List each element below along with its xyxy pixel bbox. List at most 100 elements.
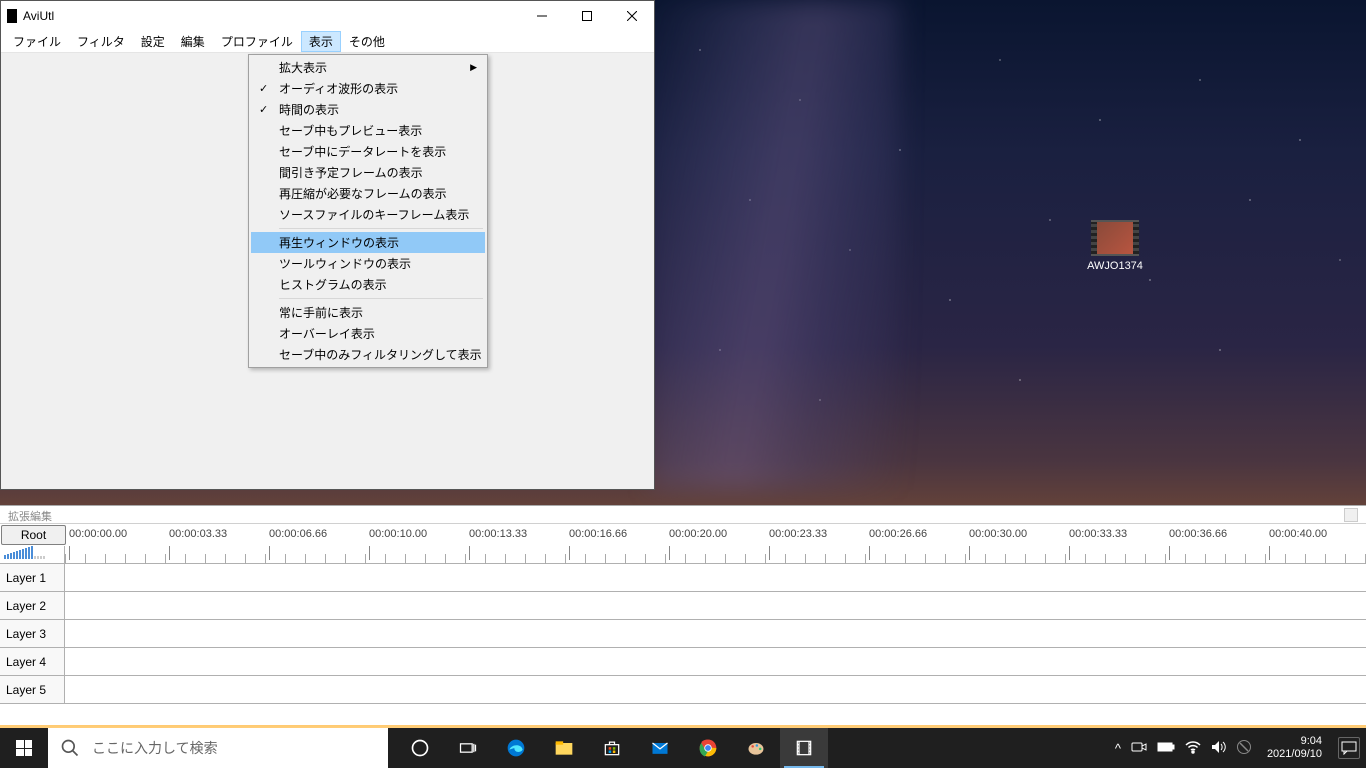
layer-label[interactable]: Layer 2 — [0, 592, 65, 619]
titlebar[interactable]: AviUtl — [1, 1, 654, 31]
window-title: AviUtl — [23, 9, 519, 23]
layer-track[interactable] — [65, 648, 1366, 675]
menu-entry-label: オーディオ波形の表示 — [279, 80, 398, 97]
layer-track[interactable] — [65, 620, 1366, 647]
timecode-tick: 00:00:26.66 — [869, 528, 927, 540]
menu-entry[interactable]: セーブ中のみフィルタリングして表示 — [251, 344, 485, 365]
submenu-arrow-icon: ▶ — [470, 62, 477, 73]
menu-item-1[interactable]: フィルタ — [69, 31, 133, 52]
desktop-file-label: AWJO1374 — [1080, 260, 1150, 272]
clock-time: 9:04 — [1267, 735, 1322, 748]
menu-item-3[interactable]: 編集 — [173, 31, 213, 52]
start-button[interactable] — [0, 728, 48, 768]
menu-entry-label: 常に手前に表示 — [279, 304, 363, 321]
edge-app-icon[interactable] — [492, 728, 540, 768]
check-icon: ✓ — [259, 82, 268, 95]
zoom-slider[interactable] — [0, 546, 65, 564]
minimize-button[interactable] — [519, 2, 564, 30]
menu-item-2[interactable]: 設定 — [133, 31, 173, 52]
time-ruler[interactable]: 00:00:00.0000:00:03.3300:00:06.6600:00:1… — [65, 524, 1366, 563]
maximize-button[interactable] — [564, 2, 609, 30]
menu-item-0[interactable]: ファイル — [5, 31, 69, 52]
layer-label[interactable]: Layer 4 — [0, 648, 65, 675]
aviutl-window: AviUtl ファイルフィルタ設定編集プロファイル表示その他 拡大表示▶ ✓ オーデ… — [0, 0, 655, 490]
cortana-button[interactable] — [396, 728, 444, 768]
timeline-layers: Layer 1Layer 2Layer 3Layer 4Layer 5 — [0, 564, 1366, 704]
timecode-tick: 00:00:16.66 — [569, 528, 627, 540]
clock-date: 2021/09/10 — [1267, 748, 1322, 761]
layer-track[interactable] — [65, 676, 1366, 703]
timeline-titlebar[interactable]: 拡張編集 — [0, 506, 1366, 524]
menubar: ファイルフィルタ設定編集プロファイル表示その他 — [1, 31, 654, 53]
menu-entry[interactable]: オーバーレイ表示 — [251, 323, 485, 344]
menu-entry-label: ヒストグラムの表示 — [279, 276, 387, 293]
menu-item-5[interactable]: 表示 — [301, 31, 341, 52]
check-icon: ✓ — [259, 103, 268, 116]
menu-entry-label: ツールウィンドウの表示 — [279, 255, 411, 272]
menu-entry[interactable]: 再圧縮が必要なフレームの表示 — [251, 183, 485, 204]
layer-label[interactable]: Layer 3 — [0, 620, 65, 647]
layer-row: Layer 4 — [0, 648, 1366, 676]
timeline-maximize-icon[interactable] — [1344, 508, 1358, 522]
timecode-tick: 00:00:30.00 — [969, 528, 1027, 540]
menu-entry-label: セーブ中にデータレートを表示 — [279, 143, 446, 160]
menu-entry[interactable]: 常に手前に表示 — [251, 302, 485, 323]
video-thumbnail-icon — [1091, 220, 1139, 256]
taskbar-clock[interactable]: 9:04 2021/09/10 — [1261, 735, 1328, 761]
menu-entry-label: ソースファイルのキーフレーム表示 — [279, 206, 469, 223]
app-icon — [7, 9, 17, 23]
layer-row: Layer 1 — [0, 564, 1366, 592]
timeline-header: Root 00:00:00.0000:00:03.3300:00:06.6600… — [0, 524, 1366, 564]
search-icon — [60, 738, 80, 758]
ime-icon[interactable] — [1237, 740, 1251, 757]
chrome-app-icon[interactable] — [684, 728, 732, 768]
menu-entry[interactable]: セーブ中にデータレートを表示 — [251, 141, 485, 162]
close-button[interactable] — [609, 2, 654, 30]
volume-icon[interactable] — [1211, 740, 1227, 757]
timecode-tick: 00:00:33.33 — [1069, 528, 1127, 540]
menu-entry-label: セーブ中のみフィルタリングして表示 — [279, 346, 482, 363]
timeline-title-text: 拡張編集 — [8, 508, 52, 521]
menu-entry[interactable]: ✓ オーディオ波形の表示 — [251, 78, 485, 99]
battery-icon[interactable] — [1157, 741, 1175, 756]
menu-entry[interactable]: ソースファイルのキーフレーム表示 — [251, 204, 485, 225]
layer-row: Layer 5 — [0, 676, 1366, 704]
search-placeholder: ここに入力して検索 — [92, 738, 218, 758]
layer-track[interactable] — [65, 592, 1366, 619]
menu-entry[interactable]: ✓時間の表示 — [251, 99, 485, 120]
store-app-icon[interactable] — [588, 728, 636, 768]
paint-app-icon[interactable] — [732, 728, 780, 768]
layer-label[interactable]: Layer 5 — [0, 676, 65, 703]
menu-entry-label: 再圧縮が必要なフレームの表示 — [279, 185, 447, 202]
task-view-button[interactable] — [444, 728, 492, 768]
timecode-tick: 00:00:00.00 — [69, 528, 127, 540]
taskbar-search[interactable]: ここに入力して検索 — [48, 728, 388, 768]
layer-row: Layer 3 — [0, 620, 1366, 648]
ruler-minor-ticks — [65, 554, 1366, 564]
menu-entry-label: オーバーレイ表示 — [279, 325, 375, 342]
timecode-tick: 00:00:10.00 — [369, 528, 427, 540]
system-tray: ^ 9:04 2021/09/10 — [1115, 735, 1366, 761]
timecode-tick: 00:00:03.33 — [169, 528, 227, 540]
menu-entry[interactable]: ヒストグラムの表示 — [251, 274, 485, 295]
mail-app-icon[interactable] — [636, 728, 684, 768]
desktop-file-icon[interactable]: AWJO1374 — [1080, 220, 1150, 272]
menu-entry[interactable]: 拡大表示▶ — [251, 57, 485, 78]
aviutl-app-icon[interactable] — [780, 728, 828, 768]
layer-track[interactable] — [65, 564, 1366, 591]
menu-entry[interactable]: 間引き予定フレームの表示 — [251, 162, 485, 183]
tray-overflow-icon[interactable]: ^ — [1115, 741, 1121, 756]
menu-entry[interactable]: セーブ中もプレビュー表示 — [251, 120, 485, 141]
layer-label[interactable]: Layer 1 — [0, 564, 65, 591]
menu-item-6[interactable]: その他 — [341, 31, 393, 52]
timecode-tick: 00:00:36.66 — [1169, 528, 1227, 540]
action-center-button[interactable] — [1338, 737, 1360, 759]
explorer-app-icon[interactable] — [540, 728, 588, 768]
meet-now-icon[interactable] — [1131, 740, 1147, 757]
wifi-icon[interactable] — [1185, 740, 1201, 757]
menu-entry[interactable]: 再生ウィンドウの表示 — [251, 232, 485, 253]
menu-item-4[interactable]: プロファイル — [213, 31, 301, 52]
menu-entry[interactable]: ツールウィンドウの表示 — [251, 253, 485, 274]
root-scene-button[interactable]: Root — [1, 525, 66, 545]
timeline-window: 拡張編集 Root 00:00:00.0000:00:03.3300:00:06… — [0, 505, 1366, 725]
